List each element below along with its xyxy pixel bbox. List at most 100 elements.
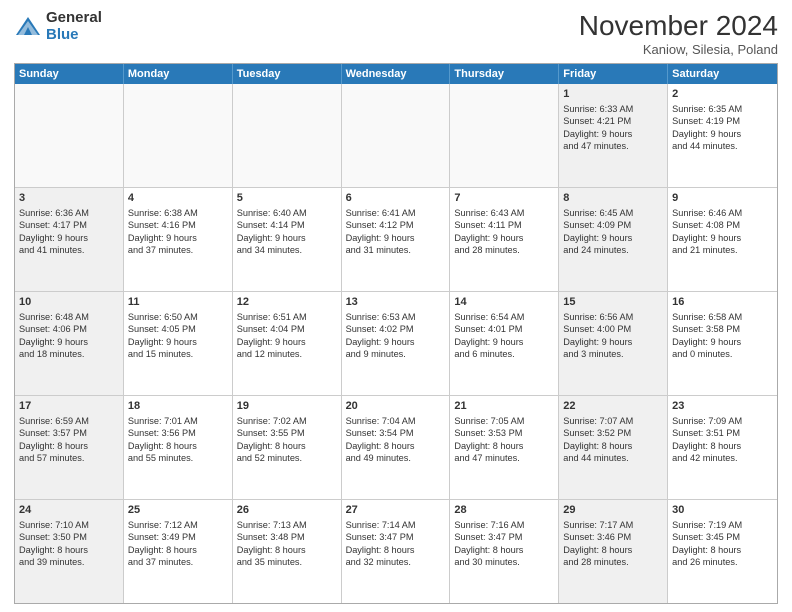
header-day-friday: Friday: [559, 64, 668, 84]
cal-cell-2-3: 13Sunrise: 6:53 AM Sunset: 4:02 PM Dayli…: [342, 292, 451, 395]
day-number: 13: [346, 295, 446, 310]
cal-cell-0-3: [342, 84, 451, 187]
cal-cell-1-5: 8Sunrise: 6:45 AM Sunset: 4:09 PM Daylig…: [559, 188, 668, 291]
logo-general-text: General: [46, 10, 102, 27]
cal-cell-4-3: 27Sunrise: 7:14 AM Sunset: 3:47 PM Dayli…: [342, 500, 451, 603]
cal-cell-0-1: [124, 84, 233, 187]
day-info: Sunrise: 7:01 AM Sunset: 3:56 PM Dayligh…: [128, 415, 228, 465]
day-number: 27: [346, 503, 446, 518]
logo-icon: [14, 13, 42, 41]
day-number: 25: [128, 503, 228, 518]
day-number: 9: [672, 191, 773, 206]
day-number: 12: [237, 295, 337, 310]
cal-cell-3-5: 22Sunrise: 7:07 AM Sunset: 3:52 PM Dayli…: [559, 396, 668, 499]
day-number: 19: [237, 399, 337, 414]
day-info: Sunrise: 6:41 AM Sunset: 4:12 PM Dayligh…: [346, 207, 446, 257]
cal-cell-3-1: 18Sunrise: 7:01 AM Sunset: 3:56 PM Dayli…: [124, 396, 233, 499]
day-number: 26: [237, 503, 337, 518]
day-info: Sunrise: 6:50 AM Sunset: 4:05 PM Dayligh…: [128, 311, 228, 361]
day-number: 16: [672, 295, 773, 310]
day-number: 17: [19, 399, 119, 414]
day-info: Sunrise: 7:19 AM Sunset: 3:45 PM Dayligh…: [672, 519, 773, 569]
day-info: Sunrise: 6:45 AM Sunset: 4:09 PM Dayligh…: [563, 207, 663, 257]
day-info: Sunrise: 7:09 AM Sunset: 3:51 PM Dayligh…: [672, 415, 773, 465]
day-info: Sunrise: 7:04 AM Sunset: 3:54 PM Dayligh…: [346, 415, 446, 465]
day-info: Sunrise: 7:02 AM Sunset: 3:55 PM Dayligh…: [237, 415, 337, 465]
cal-cell-1-3: 6Sunrise: 6:41 AM Sunset: 4:12 PM Daylig…: [342, 188, 451, 291]
cal-cell-0-0: [15, 84, 124, 187]
header-day-thursday: Thursday: [450, 64, 559, 84]
calendar-row-4: 24Sunrise: 7:10 AM Sunset: 3:50 PM Dayli…: [15, 500, 777, 603]
day-number: 24: [19, 503, 119, 518]
cal-cell-2-0: 10Sunrise: 6:48 AM Sunset: 4:06 PM Dayli…: [15, 292, 124, 395]
cal-cell-4-1: 25Sunrise: 7:12 AM Sunset: 3:49 PM Dayli…: [124, 500, 233, 603]
day-info: Sunrise: 7:12 AM Sunset: 3:49 PM Dayligh…: [128, 519, 228, 569]
header-day-tuesday: Tuesday: [233, 64, 342, 84]
cal-cell-3-6: 23Sunrise: 7:09 AM Sunset: 3:51 PM Dayli…: [668, 396, 777, 499]
day-number: 14: [454, 295, 554, 310]
day-info: Sunrise: 6:59 AM Sunset: 3:57 PM Dayligh…: [19, 415, 119, 465]
day-info: Sunrise: 6:38 AM Sunset: 4:16 PM Dayligh…: [128, 207, 228, 257]
calendar-row-1: 3Sunrise: 6:36 AM Sunset: 4:17 PM Daylig…: [15, 188, 777, 292]
day-number: 28: [454, 503, 554, 518]
cal-cell-4-4: 28Sunrise: 7:16 AM Sunset: 3:47 PM Dayli…: [450, 500, 559, 603]
cal-cell-0-5: 1Sunrise: 6:33 AM Sunset: 4:21 PM Daylig…: [559, 84, 668, 187]
day-number: 1: [563, 87, 663, 102]
day-number: 7: [454, 191, 554, 206]
day-number: 3: [19, 191, 119, 206]
day-info: Sunrise: 7:05 AM Sunset: 3:53 PM Dayligh…: [454, 415, 554, 465]
cal-cell-0-6: 2Sunrise: 6:35 AM Sunset: 4:19 PM Daylig…: [668, 84, 777, 187]
cal-cell-3-2: 19Sunrise: 7:02 AM Sunset: 3:55 PM Dayli…: [233, 396, 342, 499]
logo-blue-text: Blue: [46, 27, 102, 44]
day-info: Sunrise: 7:10 AM Sunset: 3:50 PM Dayligh…: [19, 519, 119, 569]
day-info: Sunrise: 7:17 AM Sunset: 3:46 PM Dayligh…: [563, 519, 663, 569]
day-info: Sunrise: 6:54 AM Sunset: 4:01 PM Dayligh…: [454, 311, 554, 361]
day-number: 21: [454, 399, 554, 414]
page: General Blue November 2024 Kaniow, Siles…: [0, 0, 792, 612]
header-day-sunday: Sunday: [15, 64, 124, 84]
title-block: November 2024 Kaniow, Silesia, Poland: [579, 10, 778, 57]
cal-cell-4-2: 26Sunrise: 7:13 AM Sunset: 3:48 PM Dayli…: [233, 500, 342, 603]
calendar-body: 1Sunrise: 6:33 AM Sunset: 4:21 PM Daylig…: [15, 84, 777, 603]
header-day-saturday: Saturday: [668, 64, 777, 84]
cal-cell-4-5: 29Sunrise: 7:17 AM Sunset: 3:46 PM Dayli…: [559, 500, 668, 603]
cal-cell-1-2: 5Sunrise: 6:40 AM Sunset: 4:14 PM Daylig…: [233, 188, 342, 291]
day-info: Sunrise: 6:33 AM Sunset: 4:21 PM Dayligh…: [563, 103, 663, 153]
cal-cell-1-1: 4Sunrise: 6:38 AM Sunset: 4:16 PM Daylig…: [124, 188, 233, 291]
cal-cell-3-3: 20Sunrise: 7:04 AM Sunset: 3:54 PM Dayli…: [342, 396, 451, 499]
day-info: Sunrise: 6:48 AM Sunset: 4:06 PM Dayligh…: [19, 311, 119, 361]
cal-cell-2-5: 15Sunrise: 6:56 AM Sunset: 4:00 PM Dayli…: [559, 292, 668, 395]
day-number: 18: [128, 399, 228, 414]
day-info: Sunrise: 6:36 AM Sunset: 4:17 PM Dayligh…: [19, 207, 119, 257]
header-day-wednesday: Wednesday: [342, 64, 451, 84]
day-number: 8: [563, 191, 663, 206]
cal-cell-0-4: [450, 84, 559, 187]
day-info: Sunrise: 6:58 AM Sunset: 3:58 PM Dayligh…: [672, 311, 773, 361]
day-info: Sunrise: 6:40 AM Sunset: 4:14 PM Dayligh…: [237, 207, 337, 257]
day-info: Sunrise: 6:56 AM Sunset: 4:00 PM Dayligh…: [563, 311, 663, 361]
day-number: 5: [237, 191, 337, 206]
day-number: 29: [563, 503, 663, 518]
day-info: Sunrise: 6:53 AM Sunset: 4:02 PM Dayligh…: [346, 311, 446, 361]
day-info: Sunrise: 7:14 AM Sunset: 3:47 PM Dayligh…: [346, 519, 446, 569]
day-number: 15: [563, 295, 663, 310]
day-info: Sunrise: 6:51 AM Sunset: 4:04 PM Dayligh…: [237, 311, 337, 361]
day-info: Sunrise: 6:46 AM Sunset: 4:08 PM Dayligh…: [672, 207, 773, 257]
logo-text: General Blue: [46, 10, 102, 43]
cal-cell-3-0: 17Sunrise: 6:59 AM Sunset: 3:57 PM Dayli…: [15, 396, 124, 499]
calendar-row-0: 1Sunrise: 6:33 AM Sunset: 4:21 PM Daylig…: [15, 84, 777, 188]
day-number: 11: [128, 295, 228, 310]
month-title: November 2024: [579, 10, 778, 42]
day-info: Sunrise: 7:07 AM Sunset: 3:52 PM Dayligh…: [563, 415, 663, 465]
cal-cell-1-4: 7Sunrise: 6:43 AM Sunset: 4:11 PM Daylig…: [450, 188, 559, 291]
day-info: Sunrise: 6:43 AM Sunset: 4:11 PM Dayligh…: [454, 207, 554, 257]
day-number: 23: [672, 399, 773, 414]
day-number: 2: [672, 87, 773, 102]
day-number: 6: [346, 191, 446, 206]
cal-cell-2-2: 12Sunrise: 6:51 AM Sunset: 4:04 PM Dayli…: [233, 292, 342, 395]
day-number: 20: [346, 399, 446, 414]
cal-cell-1-6: 9Sunrise: 6:46 AM Sunset: 4:08 PM Daylig…: [668, 188, 777, 291]
location: Kaniow, Silesia, Poland: [579, 42, 778, 57]
cal-cell-2-6: 16Sunrise: 6:58 AM Sunset: 3:58 PM Dayli…: [668, 292, 777, 395]
cal-cell-2-4: 14Sunrise: 6:54 AM Sunset: 4:01 PM Dayli…: [450, 292, 559, 395]
